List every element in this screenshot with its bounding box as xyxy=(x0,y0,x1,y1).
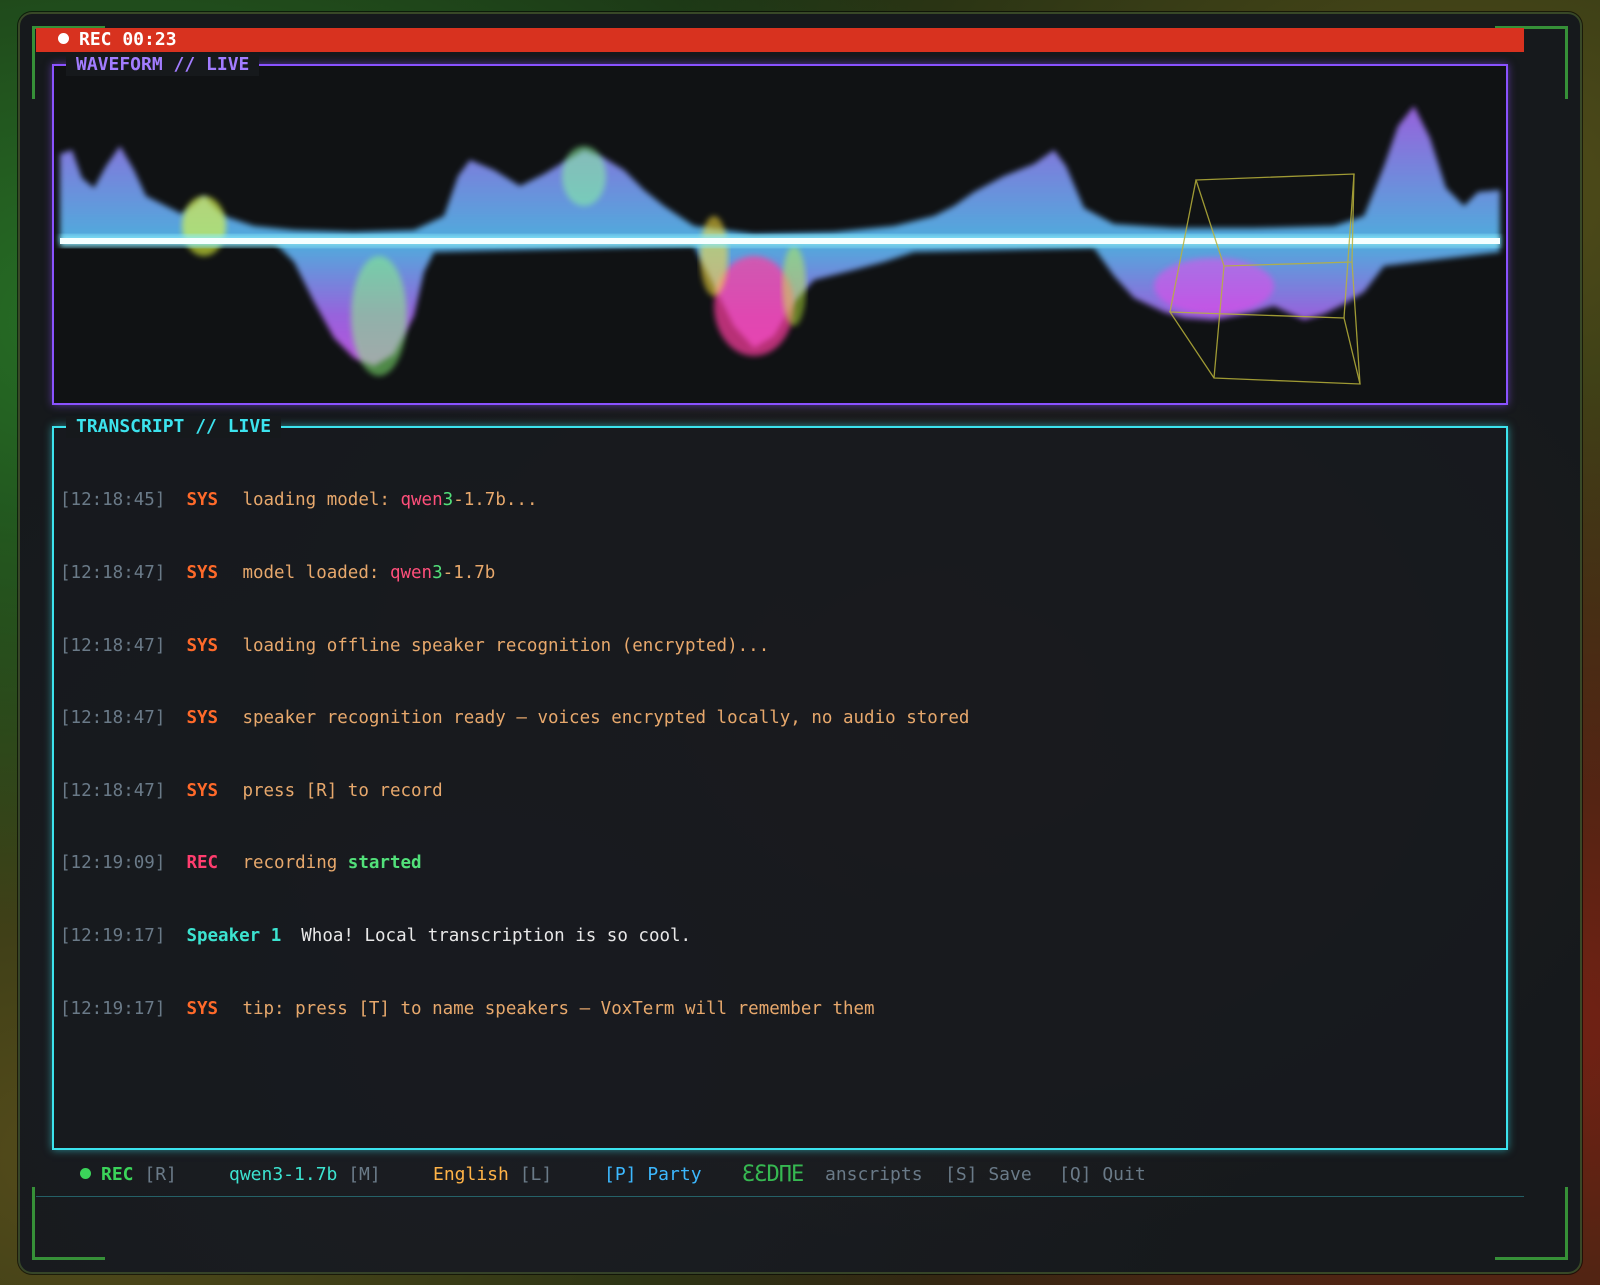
language-selector[interactable]: English [L] xyxy=(433,1154,552,1196)
transcripts-button[interactable]: anscripts xyxy=(825,1154,923,1196)
recording-timer: REC 00:23 xyxy=(79,29,177,50)
log-line: [12:19:17] Speaker 1 Whoa! Local transcri… xyxy=(60,924,969,948)
log-text: model loaded: xyxy=(242,563,390,583)
log-tag: SYS xyxy=(186,563,219,583)
transcript-title: TRANSCRIPT // LIVE xyxy=(66,416,282,438)
log-line: [12:18:47] SYS loading offline speaker re… xyxy=(60,634,969,658)
log-line: [12:19:09] REC recording started xyxy=(60,851,969,875)
corner-bracket xyxy=(1495,1187,1568,1260)
model-name-part: -1.7b xyxy=(453,490,506,511)
record-dot-icon xyxy=(58,33,69,44)
status-bar: REC [R] qwen3-1.7b [M] English [L] [P] P… xyxy=(36,1154,1524,1197)
record-status-dot-icon xyxy=(80,1168,91,1179)
log-text: ... xyxy=(505,490,538,511)
save-button[interactable]: [S] Save xyxy=(945,1154,1032,1196)
model-name-part: -1.7b xyxy=(442,563,496,583)
log-timestamp: [12:18:47] xyxy=(60,708,166,729)
waveform-panel: WAVEFORM // LIVE xyxy=(52,54,1508,405)
log-tag: REC xyxy=(186,853,219,874)
model-name-part: 3 xyxy=(442,490,454,511)
waveform-baseline xyxy=(60,238,1500,244)
log-highlight: started xyxy=(347,853,422,874)
transcript-log: [12:18:45] SYS loading model: qwen3-1.7b.… xyxy=(60,440,969,1069)
app-window: REC 00:23 WAVEFORM // LIVE TRANSCRIPT //… xyxy=(18,12,1582,1274)
log-line: [12:18:45] SYS loading model: qwen3-1.7b.… xyxy=(60,488,969,512)
log-timestamp: [12:18:47] xyxy=(60,635,166,656)
log-text: loading offline speaker recognition (enc… xyxy=(242,635,770,656)
model-name-part: qwen xyxy=(389,563,433,583)
log-timestamp: [12:19:17] xyxy=(60,998,166,1019)
log-tag: SYS xyxy=(186,998,219,1019)
recording-bar: REC 00:23 xyxy=(36,28,1524,52)
party-mode-button[interactable]: [P] Party xyxy=(604,1154,702,1196)
waveform-upper xyxy=(60,106,1500,242)
log-text: tip: press [T] to name speakers — VoxTer… xyxy=(242,998,875,1019)
model-name-part: qwen xyxy=(400,490,443,511)
log-timestamp: [12:19:09] xyxy=(60,853,166,874)
model-name-part: 3 xyxy=(432,563,443,583)
model-selector[interactable]: qwen3-1.7b [M] xyxy=(229,1154,381,1196)
speaker-label[interactable]: Speaker 1 xyxy=(186,924,281,948)
log-text: loading model: xyxy=(242,490,401,511)
log-text: press [R] to record xyxy=(242,780,443,801)
record-key: [R] xyxy=(144,1164,177,1185)
record-label: REC xyxy=(101,1164,134,1185)
log-timestamp: [12:18:47] xyxy=(60,780,166,801)
log-tag: SYS xyxy=(186,708,219,729)
log-text: recording xyxy=(242,853,348,874)
log-tag: SYS xyxy=(186,635,219,656)
language-label: English xyxy=(433,1164,509,1185)
transcript-panel: TRANSCRIPT // LIVE [12:18:45] SYS loading… xyxy=(52,416,1508,1150)
model-label: qwen3-1.7b xyxy=(229,1164,338,1185)
glitch-overlay: ƐƐDΠE xyxy=(742,1162,804,1187)
log-timestamp: [12:18:45] xyxy=(60,490,166,511)
model-key: [M] xyxy=(348,1164,381,1185)
log-timestamp: [12:19:17] xyxy=(60,925,166,946)
language-key: [L] xyxy=(519,1164,553,1185)
log-line: [12:18:47] SYS press [R] to record xyxy=(60,779,969,803)
log-text: speaker recognition ready — voices encry… xyxy=(242,708,970,729)
log-line: [12:19:17] SYS tip: press [T] to name spe… xyxy=(60,997,969,1021)
waveform-visualizer xyxy=(60,106,1500,385)
log-tag: SYS xyxy=(186,780,219,801)
record-toggle[interactable]: REC [R] xyxy=(80,1154,177,1196)
log-line: [12:18:47] SYS speaker recognition ready … xyxy=(60,706,969,730)
log-text: Whoa! Local transcription is so cool. xyxy=(301,925,692,946)
log-tag: SYS xyxy=(186,490,219,511)
log-line: [12:18:47] SYS model loaded: qwen3-1.7b xyxy=(60,561,969,585)
quit-button[interactable]: [Q] Quit xyxy=(1059,1154,1146,1196)
log-timestamp: [12:18:47] xyxy=(60,563,166,583)
